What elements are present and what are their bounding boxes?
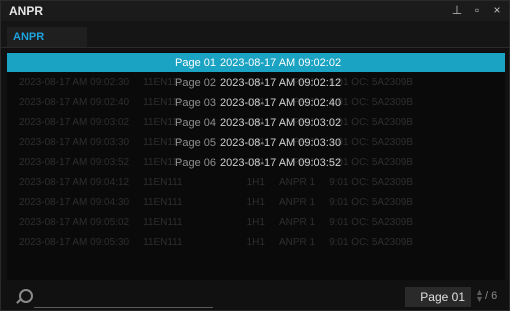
tab-anpr[interactable]: ANPR bbox=[7, 27, 87, 47]
bg-info: 9:01 OC: 5A2309B bbox=[329, 217, 414, 228]
page-label: Page 01 bbox=[175, 56, 216, 69]
bg-info: 9:01 OC: 5A2309B bbox=[329, 177, 414, 188]
bg-plate: 11EN111 bbox=[143, 217, 183, 228]
bg-info: 9:01 OC: 5A2309B bbox=[329, 237, 414, 248]
list-row: 2023-08-17 AM 09:04:12 11EN111 1H1 ANPR 1 9:… bbox=[7, 173, 505, 192]
bg-info: 9:01 OC: 5A2309B bbox=[329, 137, 414, 148]
page-item[interactable]: Page 01 2023-08-17 AM 09:02:02 bbox=[175, 57, 341, 69]
bg-info: 9:01 OC: 5A2309B bbox=[329, 117, 414, 128]
page-label: Page 02 bbox=[175, 76, 216, 89]
bg-info: 9:01 OC: 5A2309B bbox=[329, 97, 414, 108]
page-item[interactable]: Page 05 2023-08-17 AM 09:03:30 bbox=[175, 137, 341, 149]
bg-time: 2023-08-17 AM 09:05:30 bbox=[19, 237, 130, 248]
bg-code: 1H1 bbox=[246, 177, 265, 188]
title-bar: ANPR ⊥ ▫ × bbox=[1, 1, 509, 21]
list-row[interactable]: 2023-08-17 AM 09:03:52 11EN111 1H1 ANPR 1 9:… bbox=[7, 153, 505, 172]
bottom-bar: Page 01 ▲ ▼ / 6 bbox=[1, 284, 509, 310]
bg-type: ANPR 1 bbox=[278, 197, 316, 208]
page-total: / 6 bbox=[485, 290, 498, 302]
current-page: Page 01 bbox=[420, 290, 465, 304]
page-datetime: 2023-08-17 AM 09:02:12 bbox=[219, 76, 342, 89]
pin-icon[interactable]: ⊥ bbox=[451, 3, 463, 17]
page-datetime: 2023-08-17 AM 09:02:02 bbox=[219, 56, 342, 69]
page-label: Page 03 bbox=[175, 96, 216, 109]
bg-time: 2023-08-17 AM 09:04:30 bbox=[19, 197, 130, 208]
list-row[interactable]: 2023-08-17 AM 09:02:30 11EN111 1H1 ANPR 1 9:… bbox=[7, 73, 505, 92]
bg-time: 2023-08-17 AM 09:04:12 bbox=[19, 177, 130, 188]
list-row: 2023-08-17 AM 09:05:02 11EN111 1H1 ANPR 1 9:… bbox=[7, 213, 505, 232]
bg-plate: 11EN111 bbox=[143, 197, 183, 208]
page-label: Page 04 bbox=[175, 116, 216, 129]
list-row[interactable]: Page 01 2023-08-17 AM 09:02:02 bbox=[7, 53, 505, 72]
page-item[interactable]: Page 04 2023-08-17 AM 09:03:02 bbox=[175, 117, 341, 129]
anpr-window: ANPR ⊥ ▫ × ANPR Page 01 2023-08-17 AM 09:… bbox=[0, 0, 510, 311]
bg-type: ANPR 1 bbox=[278, 217, 316, 228]
search-input[interactable] bbox=[34, 289, 213, 308]
background-row-text: 2023-08-17 AM 09:05:30 11EN111 1H1 ANPR 1 9:… bbox=[19, 237, 427, 248]
list-row[interactable]: 2023-08-17 AM 09:02:40 11EN111 1H1 ANPR 1 9:… bbox=[7, 93, 505, 112]
search-icon bbox=[19, 289, 33, 303]
bg-code: 1H1 bbox=[246, 217, 265, 228]
tab-bar: ANPR bbox=[1, 21, 509, 48]
page-spinner[interactable]: ▲ ▼ bbox=[475, 288, 484, 304]
bg-code: 1H1 bbox=[246, 237, 265, 248]
page-selector[interactable]: Page 01 bbox=[405, 287, 471, 307]
bg-time: 2023-08-17 AM 09:02:30 bbox=[19, 77, 130, 88]
background-row-text: 2023-08-17 AM 09:05:02 11EN111 1H1 ANPR 1 9:… bbox=[19, 217, 427, 228]
close-icon[interactable]: × bbox=[491, 3, 503, 17]
bg-plate: 11EN111 bbox=[143, 177, 183, 188]
page-datetime: 2023-08-17 AM 09:03:30 bbox=[219, 136, 342, 149]
bg-time: 2023-08-17 AM 09:03:02 bbox=[19, 117, 130, 128]
window-title: ANPR bbox=[9, 4, 44, 18]
bg-time: 2023-08-17 AM 09:03:52 bbox=[19, 157, 130, 168]
bg-info: 9:01 OC: 5A2309B bbox=[329, 197, 414, 208]
restore-icon[interactable]: ▫ bbox=[471, 3, 483, 17]
list-row: 2023-08-17 AM 09:04:30 11EN111 1H1 ANPR 1 9:… bbox=[7, 193, 505, 212]
page-label: Page 05 bbox=[175, 136, 216, 149]
bg-time: 2023-08-17 AM 09:02:40 bbox=[19, 97, 130, 108]
page-item[interactable]: Page 06 2023-08-17 AM 09:03:52 bbox=[175, 157, 341, 169]
page-datetime: 2023-08-17 AM 09:02:40 bbox=[219, 96, 342, 109]
bg-type: ANPR 1 bbox=[278, 237, 316, 248]
bg-time: 2023-08-17 AM 09:05:02 bbox=[19, 217, 130, 228]
page-list: Page 01 2023-08-17 AM 09:02:02 2023-08-17 … bbox=[7, 52, 505, 280]
list-row[interactable]: 2023-08-17 AM 09:03:02 11EN111 1H1 ANPR 1 9:… bbox=[7, 113, 505, 132]
page-datetime: 2023-08-17 AM 09:03:52 bbox=[219, 156, 342, 169]
page-datetime: 2023-08-17 AM 09:03:02 bbox=[219, 116, 342, 129]
window-controls: ⊥ ▫ × bbox=[451, 3, 503, 17]
page-item[interactable]: Page 02 2023-08-17 AM 09:02:12 bbox=[175, 77, 341, 89]
list-row[interactable]: 2023-08-17 AM 09:03:30 11EN111 1H1 ANPR 1 9:… bbox=[7, 133, 505, 152]
bg-code: 1H1 bbox=[246, 197, 265, 208]
list-row: 2023-08-17 AM 09:05:30 11EN111 1H1 ANPR 1 9:… bbox=[7, 233, 505, 252]
bg-info: 9:01 OC: 5A2309B bbox=[329, 77, 414, 88]
bg-time: 2023-08-17 AM 09:03:30 bbox=[19, 137, 130, 148]
background-row-text: 2023-08-17 AM 09:04:12 11EN111 1H1 ANPR 1 9:… bbox=[19, 177, 427, 188]
background-row-text: 2023-08-17 AM 09:04:30 11EN111 1H1 ANPR 1 9:… bbox=[19, 197, 427, 208]
bg-info: 9:01 OC: 5A2309B bbox=[329, 157, 414, 168]
bg-type: ANPR 1 bbox=[278, 177, 316, 188]
bg-plate: 11EN111 bbox=[143, 237, 183, 248]
page-item[interactable]: Page 03 2023-08-17 AM 09:02:40 bbox=[175, 97, 341, 109]
page-label: Page 06 bbox=[175, 156, 216, 169]
